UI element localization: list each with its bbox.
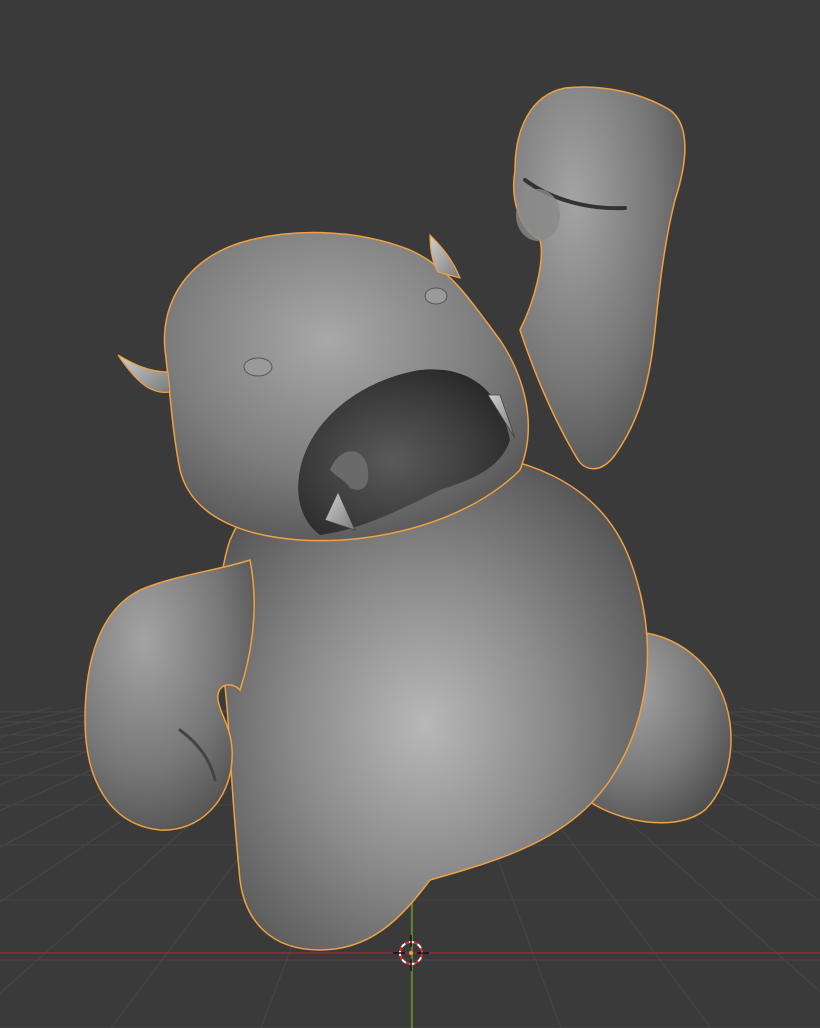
viewport-canvas[interactable]: [0, 0, 820, 1028]
left-horn: [117, 354, 171, 393]
left-eye-nub: [243, 357, 273, 377]
grid-line: [740, 707, 820, 728]
grid-line: [0, 707, 82, 729]
right-eye-nub: [424, 287, 448, 305]
3d-cursor-icon[interactable]: [393, 935, 429, 971]
fist-thumb: [516, 189, 560, 241]
monster-model[interactable]: [84, 86, 732, 951]
raised-arm[interactable]: [513, 86, 686, 470]
3d-viewport[interactable]: [0, 0, 820, 1028]
